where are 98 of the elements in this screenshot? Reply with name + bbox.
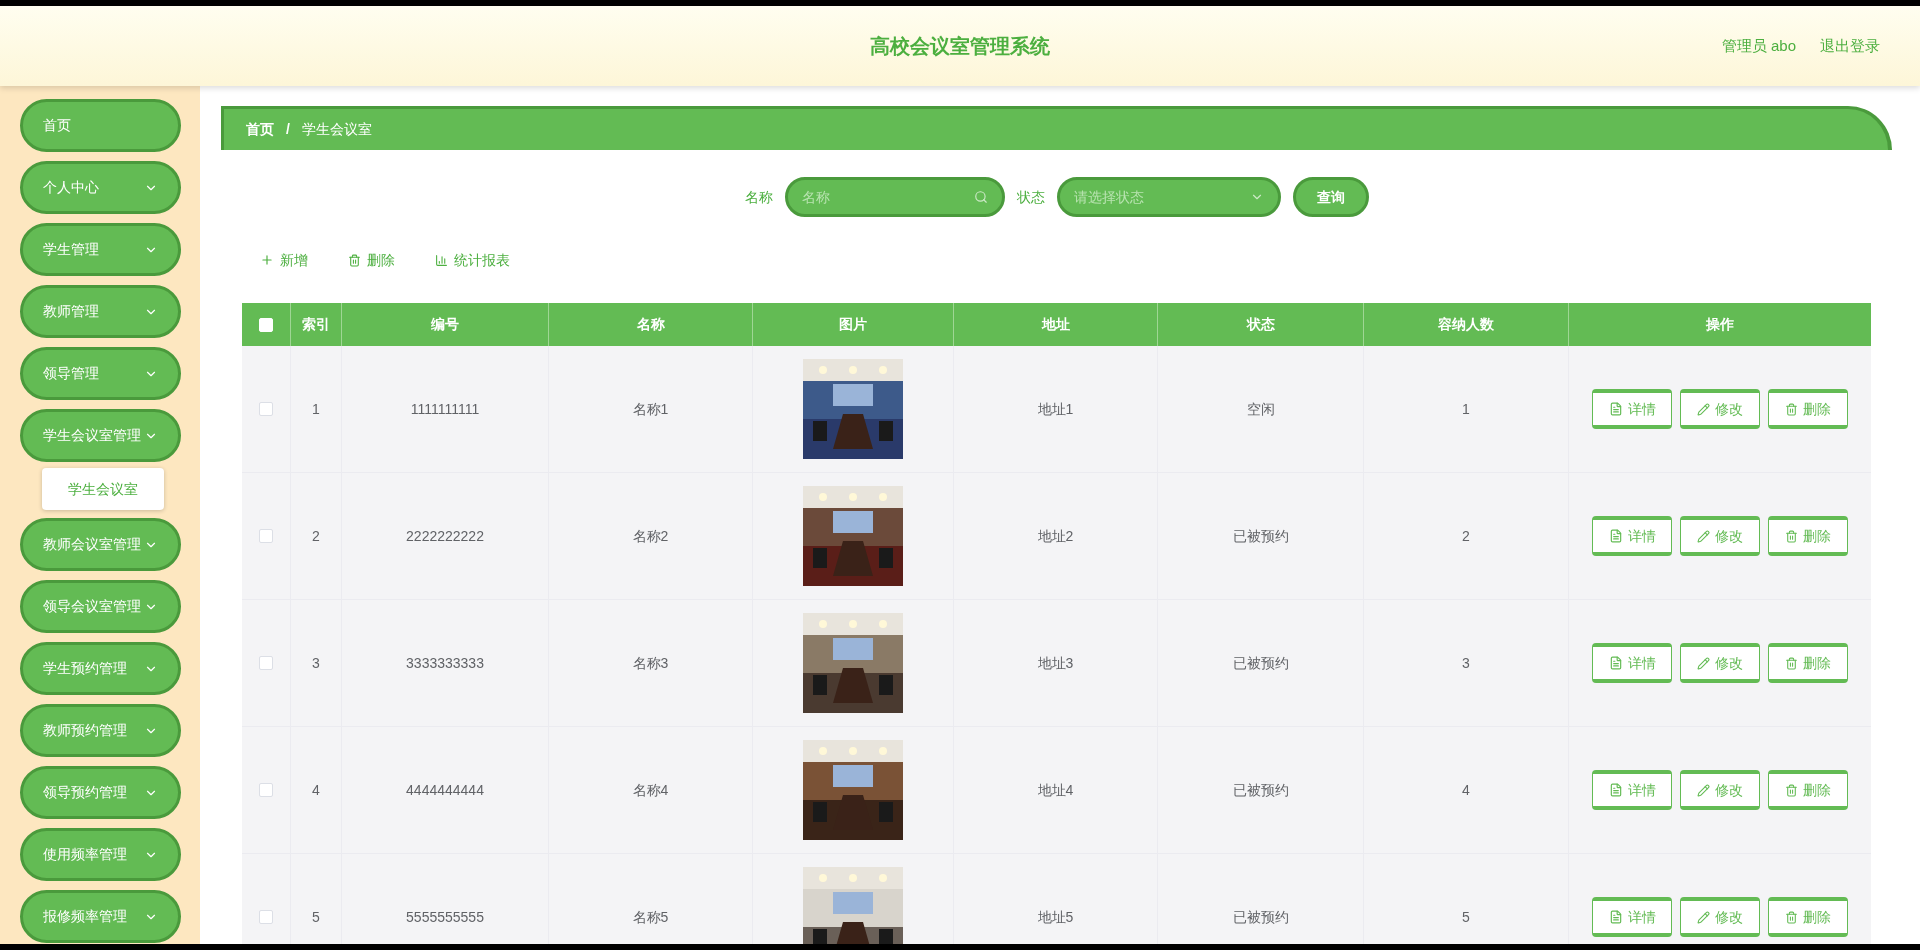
breadcrumb-item: 学生会议室 <box>301 120 372 139</box>
document-icon <box>1608 529 1623 543</box>
table-cell-text: 已被预约 <box>1232 780 1289 800</box>
table-cell-text: 2 <box>1462 526 1470 546</box>
table-cell-text: 地址2 <box>1037 526 1074 546</box>
row-action-button[interactable]: 详情 <box>1592 643 1672 683</box>
table-cell-text: 1 <box>312 399 320 419</box>
sidebar-item[interactable]: 学生管理 <box>19 223 181 276</box>
row-action-button[interactable]: 修改 <box>1680 643 1760 683</box>
row-action-button[interactable]: 修改 <box>1680 516 1760 556</box>
table-cell-text: 名称5 <box>632 907 669 927</box>
document-icon <box>1608 783 1623 797</box>
table-cell-text: 名称4 <box>632 780 669 800</box>
sidebar-item[interactable]: 教师管理 <box>19 285 181 338</box>
table-cell-text: 已被预约 <box>1232 907 1289 927</box>
sidebar-item[interactable]: 报修频率管理 <box>19 890 181 943</box>
table-cell-text: 名称2 <box>632 526 669 546</box>
table-cell-text: 4444444444 <box>406 780 484 800</box>
table-cell-text: 已被预约 <box>1232 653 1289 673</box>
pencil-icon <box>1697 910 1710 924</box>
trash-icon <box>1785 656 1798 670</box>
table-cell-text: 地址4 <box>1037 780 1074 800</box>
sidebar-item[interactable]: 学生会议室管理 <box>19 409 181 462</box>
row-action-button[interactable]: 详情 <box>1592 389 1672 429</box>
trash-icon <box>1785 529 1798 543</box>
toolbar-button[interactable]: 删除 <box>348 245 395 275</box>
checkbox[interactable] <box>259 529 273 543</box>
trash-icon <box>1785 402 1798 416</box>
table-cell-text: 地址3 <box>1037 653 1074 673</box>
column-header: 操作 <box>1705 315 1735 334</box>
status-label: 状态 <box>1016 187 1045 207</box>
table-cell-text: 4 <box>312 780 320 800</box>
trash-icon <box>1785 910 1798 924</box>
checkbox[interactable] <box>259 402 273 416</box>
row-action-button[interactable]: 删除 <box>1768 897 1848 937</box>
sidebar-item[interactable]: 使用频率管理 <box>19 828 181 881</box>
row-action-button[interactable]: 修改 <box>1680 770 1760 810</box>
toolbar-button[interactable]: 新增 <box>260 245 308 275</box>
table-cell-text: 3 <box>312 653 320 673</box>
app-title: 高校会议室管理系统 <box>870 34 1050 59</box>
row-action-button[interactable]: 删除 <box>1768 389 1848 429</box>
document-icon <box>1608 910 1623 924</box>
pencil-icon <box>1697 656 1710 670</box>
pencil-icon <box>1697 402 1710 416</box>
status-select[interactable]: 请选择状态 <box>1056 177 1281 217</box>
checkbox[interactable] <box>259 910 273 924</box>
checkbox[interactable] <box>259 656 273 670</box>
table-cell-text: 2222222222 <box>406 526 484 546</box>
admin-name: 管理员 abo <box>1721 35 1796 56</box>
table-cell-text: 3333333333 <box>406 653 484 673</box>
breadcrumb-item[interactable]: 首页 <box>246 119 274 140</box>
table-cell-text: 5555555555 <box>406 907 484 927</box>
name-label: 名称 <box>744 187 773 207</box>
table-cell-text: 1111111111 <box>410 399 480 419</box>
table-cell-text: 1 <box>1462 399 1470 419</box>
row-action-button[interactable]: 详情 <box>1592 770 1672 810</box>
query-button[interactable]: 查询 <box>1292 177 1369 217</box>
row-action-button[interactable]: 删除 <box>1768 643 1848 683</box>
plus-icon <box>260 253 274 267</box>
row-action-button[interactable]: 详情 <box>1592 897 1672 937</box>
sidebar-item[interactable]: 个人中心 <box>19 161 181 214</box>
sidebar-item[interactable]: 教师会议室管理 <box>19 518 181 571</box>
sidebar-item[interactable]: 领导会议室管理 <box>19 580 181 633</box>
sidebar-item[interactable]: 教师预约管理 <box>19 704 181 757</box>
pencil-icon <box>1697 529 1710 543</box>
trash-icon <box>348 253 361 267</box>
logout-link[interactable]: 退出登录 <box>1820 34 1880 58</box>
pencil-icon <box>1697 783 1710 797</box>
table-cell-text: 名称1 <box>632 399 669 419</box>
sidebar-item[interactable]: 学生预约管理 <box>19 642 181 695</box>
table-cell-text: 2 <box>312 526 320 546</box>
search-icon <box>973 190 988 204</box>
document-icon <box>1608 402 1623 416</box>
bar-chart-icon <box>435 253 448 267</box>
submenu-item[interactable]: 学生会议室 <box>41 468 164 510</box>
row-action-button[interactable]: 删除 <box>1768 516 1848 556</box>
sidebar-item[interactable]: 领导预约管理 <box>19 766 181 819</box>
table-cell-text: 地址5 <box>1037 907 1074 927</box>
name-search-field[interactable]: 名称 <box>784 177 1005 217</box>
row-action-button[interactable]: 修改 <box>1680 897 1760 937</box>
table-cell-text: 4 <box>1462 780 1470 800</box>
sidebar-item[interactable]: 领导管理 <box>19 347 181 400</box>
breadcrumb-separator: / <box>286 120 290 139</box>
toolbar-button[interactable]: 统计报表 <box>435 245 510 275</box>
checkbox[interactable] <box>259 783 273 797</box>
table-cell-text: 5 <box>1462 907 1470 927</box>
table-cell-text: 5 <box>312 907 320 927</box>
table-cell-text: 地址1 <box>1037 399 1074 419</box>
sidebar-item[interactable]: 首页 <box>19 99 181 152</box>
document-icon <box>1608 656 1623 670</box>
row-action-button[interactable]: 删除 <box>1768 770 1848 810</box>
table-cell-text: 已被预约 <box>1232 526 1289 546</box>
table-cell-text: 名称3 <box>632 653 669 673</box>
table-cell-text: 空闲 <box>1246 399 1275 419</box>
trash-icon <box>1785 783 1798 797</box>
row-action-button[interactable]: 详情 <box>1592 516 1672 556</box>
table-cell-text: 3 <box>1462 653 1470 673</box>
row-action-button[interactable]: 修改 <box>1680 389 1760 429</box>
